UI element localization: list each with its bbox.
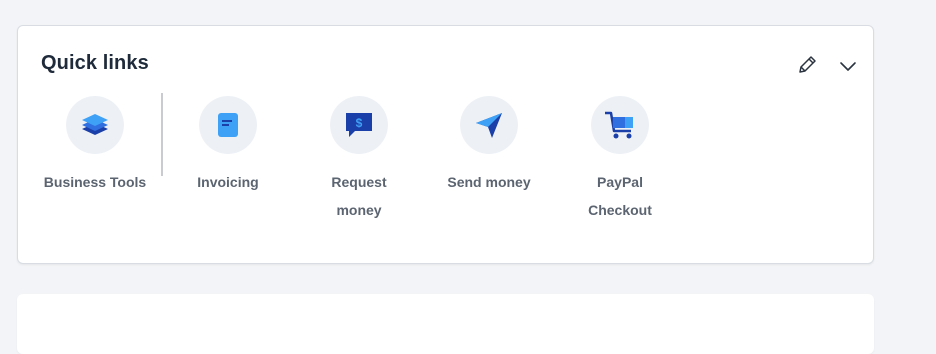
- quick-link-paypal-checkout[interactable]: PayPal Checkout: [555, 96, 685, 224]
- invoicing-icon-circle: [199, 96, 257, 154]
- shopping-cart-icon: [605, 111, 633, 139]
- quick-link-label: PayPal Checkout: [588, 174, 652, 218]
- chevron-down-icon: [840, 62, 856, 71]
- quick-link-send-money[interactable]: Send money: [424, 96, 554, 196]
- quick-links-card: Quick links Business Tools Invoicing $ R…: [17, 25, 874, 264]
- quick-links-title: Quick links: [41, 52, 149, 74]
- quick-link-label: Invoicing: [197, 174, 259, 190]
- quick-link-business-tools[interactable]: Business Tools: [30, 96, 160, 196]
- quick-link-invoicing[interactable]: Invoicing: [163, 96, 293, 196]
- quick-link-label: Request money: [331, 174, 387, 218]
- pencil-icon: [799, 56, 816, 73]
- paypal-checkout-icon-circle: [591, 96, 649, 154]
- next-card: [17, 294, 874, 354]
- quick-link-label: Send money: [447, 174, 531, 190]
- collapse-quick-links-button[interactable]: [838, 56, 858, 76]
- request-money-icon: $: [346, 113, 372, 137]
- svg-text:$: $: [356, 116, 363, 130]
- send-money-icon-circle: [460, 96, 518, 154]
- quick-link-request-money[interactable]: $ Request money: [294, 96, 424, 224]
- invoice-icon: [218, 113, 238, 137]
- paper-plane-icon: [476, 113, 502, 138]
- business-tools-icon-circle: [66, 96, 124, 154]
- request-money-icon-circle: $: [330, 96, 388, 154]
- edit-quick-links-button[interactable]: [796, 54, 818, 76]
- quick-link-label: Business Tools: [43, 174, 147, 190]
- layers-icon: [82, 114, 108, 135]
